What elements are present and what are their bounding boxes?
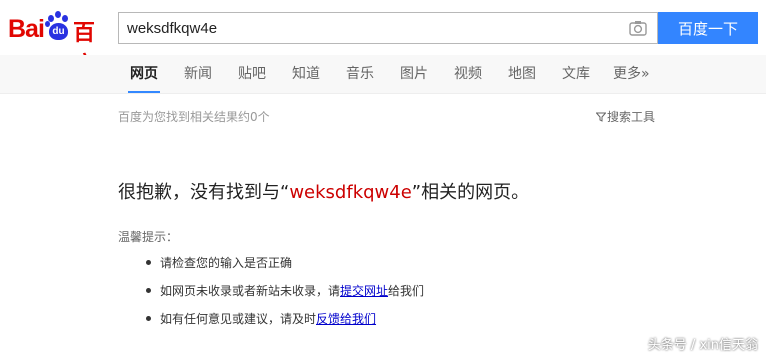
no-result-keyword: weksdfkqw4e: [289, 182, 412, 203]
baidu-logo[interactable]: Bai du 百度: [8, 8, 110, 78]
bullet-icon: [146, 288, 151, 293]
tips-list: 请检查您的输入是否正确 如网页未收录或者新站未收录，请提交网址给我们 如有任何意…: [144, 254, 424, 338]
no-result-prefix: 很抱歉，没有找到与“: [118, 182, 290, 203]
search-tools-button[interactable]: 搜索工具: [595, 108, 656, 125]
tips-title: 温馨提示：: [118, 230, 179, 244]
paw-icon: du: [45, 11, 71, 41]
no-result-message: 很抱歉，没有找到与“weksdfkqw4e”相关的网页。: [118, 178, 529, 204]
tip-text: 请检查您的输入是否正确: [160, 256, 293, 270]
tab-video[interactable]: 视频: [454, 55, 482, 93]
tab-map[interactable]: 地图: [508, 55, 536, 93]
nav-bar: 网页 新闻 贴吧 知道 音乐 图片 视频 地图 文库 更多»: [0, 55, 766, 94]
search-box: [118, 12, 658, 44]
tip-text: 如网页未收录或者新站未收录，请: [160, 284, 341, 298]
funnel-icon: [595, 111, 607, 122]
bullet-icon: [146, 260, 151, 265]
watermark: 头条号 / xin信天翁: [647, 338, 758, 353]
list-item: 如有任何意见或建议，请及时反馈给我们: [144, 310, 424, 338]
tab-wenku[interactable]: 文库: [562, 55, 590, 93]
logo-text-paw: du: [52, 26, 65, 37]
search-button[interactable]: 百度一下: [658, 12, 758, 44]
logo-text-latin: Bai: [8, 15, 45, 43]
result-count: 百度为您找到相关结果约0个: [118, 110, 270, 124]
no-result-suffix: ”相关的网页。: [411, 182, 530, 203]
list-item: 请检查您的输入是否正确: [144, 254, 424, 282]
list-item: 如网页未收录或者新站未收录，请提交网址给我们: [144, 282, 424, 310]
tab-more[interactable]: 更多»: [613, 55, 650, 93]
bullet-icon: [146, 316, 151, 321]
tip-text: 如有任何意见或建议，请及时: [160, 312, 317, 326]
tab-tieba[interactable]: 贴吧: [238, 55, 266, 93]
tab-news[interactable]: 新闻: [184, 55, 212, 93]
search-tools-label: 搜索工具: [607, 110, 656, 124]
tab-images[interactable]: 图片: [400, 55, 428, 93]
tab-zhidao[interactable]: 知道: [292, 55, 320, 93]
tab-web[interactable]: 网页: [128, 55, 160, 93]
feedback-link[interactable]: 反馈给我们: [316, 312, 376, 326]
tip-text: 给我们: [388, 284, 425, 298]
search-input[interactable]: [119, 13, 635, 43]
submit-url-link[interactable]: 提交网址: [340, 284, 388, 298]
tab-music[interactable]: 音乐: [346, 55, 374, 93]
camera-icon[interactable]: [629, 20, 647, 36]
